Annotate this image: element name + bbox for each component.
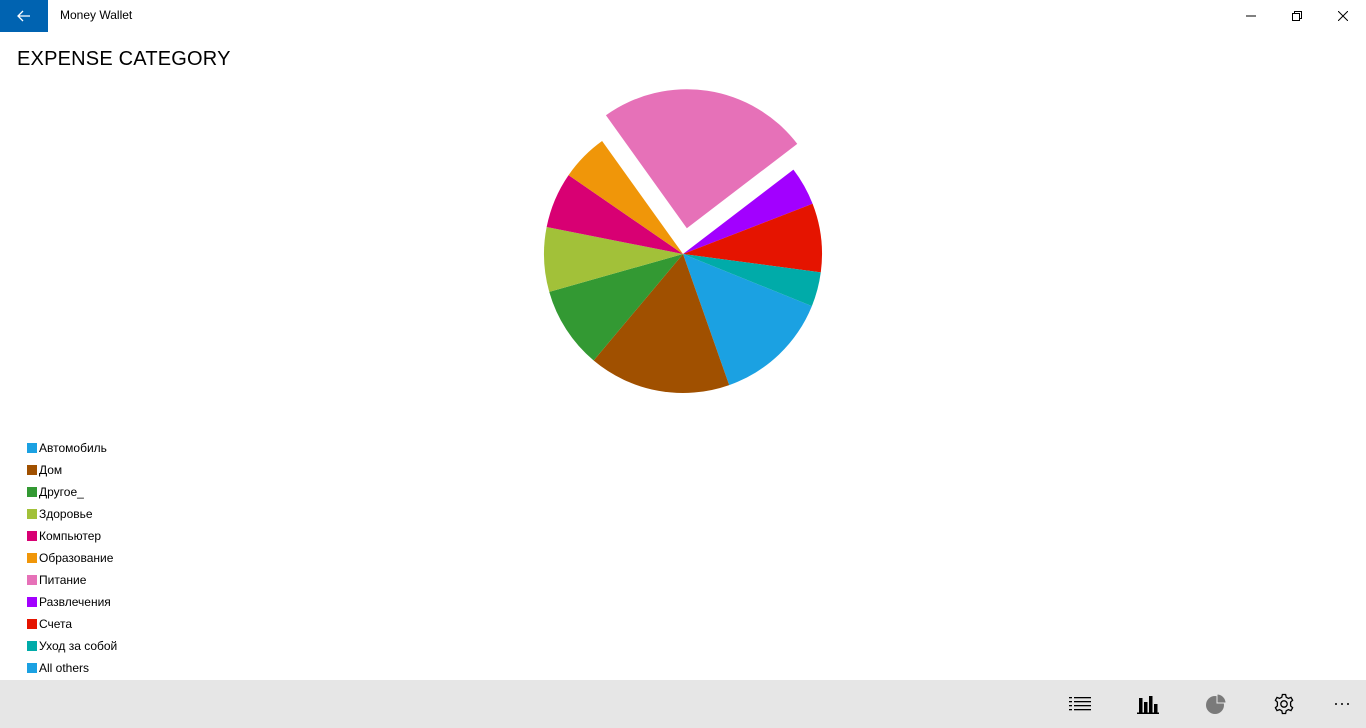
pie-chart bbox=[544, 89, 822, 393]
legend-item: Здоровье bbox=[27, 503, 117, 525]
close-icon bbox=[1338, 11, 1348, 21]
legend-label: Здоровье bbox=[39, 507, 93, 521]
legend-item: All others bbox=[27, 657, 117, 679]
legend-item: Развлечения bbox=[27, 591, 117, 613]
legend-swatch bbox=[27, 509, 37, 519]
list-view-button[interactable] bbox=[1056, 680, 1104, 728]
pie-chart-button[interactable] bbox=[1192, 680, 1240, 728]
bar-chart-button[interactable] bbox=[1124, 680, 1172, 728]
legend-swatch bbox=[27, 465, 37, 475]
legend-item: Другое_ bbox=[27, 481, 117, 503]
legend-item: Уход за собой bbox=[27, 635, 117, 657]
page-title: EXPENSE CATEGORY bbox=[17, 48, 231, 70]
legend-swatch bbox=[27, 531, 37, 541]
legend-label: Автомобиль bbox=[39, 441, 107, 455]
legend-swatch bbox=[27, 663, 37, 673]
minimize-icon bbox=[1246, 15, 1256, 17]
legend-swatch bbox=[27, 553, 37, 563]
more-button[interactable] bbox=[1318, 680, 1366, 728]
legend-item: Автомобиль bbox=[27, 437, 117, 459]
settings-button[interactable] bbox=[1260, 680, 1308, 728]
legend-swatch bbox=[27, 487, 37, 497]
arrow-left-icon bbox=[17, 10, 30, 22]
minimize-button[interactable] bbox=[1228, 0, 1274, 32]
legend-item: Дом bbox=[27, 459, 117, 481]
title-bar: Money Wallet bbox=[0, 0, 1366, 32]
legend-swatch bbox=[27, 575, 37, 585]
chart-legend: Автомобиль Дом Другое_ Здоровье Компьютер Обр… bbox=[27, 437, 117, 679]
list-icon bbox=[1069, 697, 1091, 711]
legend-swatch bbox=[27, 641, 37, 651]
app-title: Money Wallet bbox=[60, 8, 133, 22]
legend-label: Дом bbox=[39, 463, 63, 477]
legend-label: Другое_ bbox=[39, 485, 84, 499]
legend-label: Развлечения bbox=[39, 595, 111, 609]
legend-label: Компьютер bbox=[39, 529, 102, 543]
legend-item: Счета bbox=[27, 613, 117, 635]
back-button[interactable] bbox=[0, 0, 48, 32]
restore-button[interactable] bbox=[1274, 0, 1320, 32]
legend-swatch bbox=[27, 443, 37, 453]
close-button[interactable] bbox=[1320, 0, 1366, 32]
legend-swatch bbox=[27, 619, 37, 629]
legend-item: Питание bbox=[27, 569, 117, 591]
pie-chart-icon bbox=[1206, 693, 1227, 714]
bottom-app-bar bbox=[0, 680, 1366, 728]
legend-label: Образование bbox=[39, 551, 114, 565]
legend-label: Уход за собой bbox=[39, 639, 118, 653]
gear-icon bbox=[1274, 693, 1294, 715]
bar-chart-icon bbox=[1137, 696, 1159, 714]
legend-item: Компьютер bbox=[27, 525, 117, 547]
legend-item: Образование bbox=[27, 547, 117, 569]
legend-label: Питание bbox=[39, 573, 87, 587]
legend-label: All others bbox=[39, 661, 90, 675]
legend-label: Счета bbox=[39, 617, 73, 631]
legend-swatch bbox=[27, 597, 37, 607]
pie-chart-area bbox=[0, 80, 1366, 420]
more-icon bbox=[1335, 703, 1349, 705]
restore-icon bbox=[1292, 11, 1302, 21]
